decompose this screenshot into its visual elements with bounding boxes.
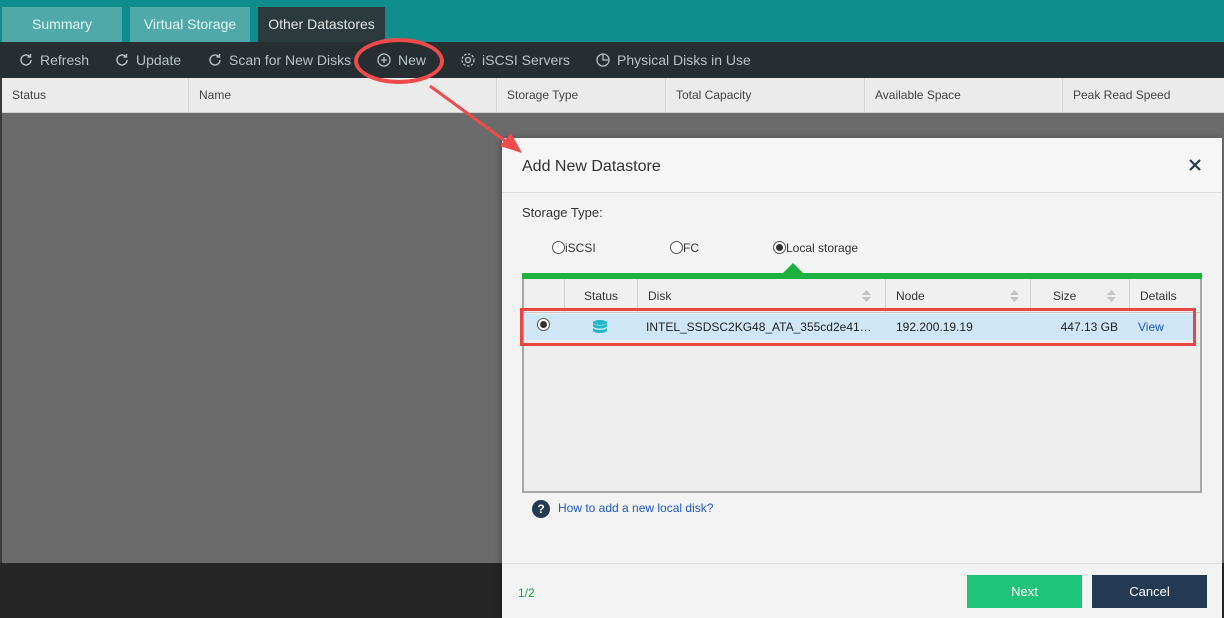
grid-header: Status Name Storage Type Total Capacity … [2,78,1224,113]
close-icon[interactable] [1186,156,1204,174]
sort-icon[interactable] [1107,290,1116,302]
add-datastore-dialog: Add New Datastore Storage Type: iSCSI FC… [502,138,1222,618]
sort-icon[interactable] [1010,290,1019,302]
radio-local-storage[interactable]: Local storage [773,241,858,255]
refresh-icon [20,53,32,66]
physical-disks-button[interactable]: Physical Disks in Use [595,42,751,78]
radio-fc-circle[interactable] [670,241,683,255]
column-peak-read-speed[interactable]: Peak Read Speed [1062,78,1224,113]
radio-fc[interactable]: FC [670,241,699,255]
help-link-text[interactable]: How to add a new local disk? [558,501,713,515]
radio-iscsi[interactable]: iSCSI [552,241,596,255]
cancel-button[interactable]: Cancel [1092,575,1207,608]
radio-iscsi-label: iSCSI [565,241,596,255]
dialog-title: Add New Datastore [522,158,661,175]
header-size-label: Size [1053,289,1077,303]
header-disk-label: Disk [648,289,672,303]
sort-icon[interactable] [862,290,871,302]
pie-chart-icon [596,53,610,67]
column-status[interactable]: Status [2,78,188,113]
annotation-row-highlight [520,308,1196,346]
storage-type-label: Storage Type: [522,205,603,220]
column-storage-type[interactable]: Storage Type [496,78,665,113]
update-label: Update [136,52,182,68]
scan-label: Scan for New Disks [229,52,352,68]
tab-summary[interactable]: Summary [2,7,122,42]
radio-local-storage-label: Local storage [786,241,859,255]
column-available-space[interactable]: Available Space [864,78,1062,113]
refresh-label: Refresh [40,52,90,68]
radio-fc-label: FC [683,241,699,255]
scan-icon [209,53,221,66]
radio-iscsi-circle[interactable] [552,241,565,255]
tab-other-datastores[interactable]: Other Datastores [258,7,385,42]
iscsi-servers-button[interactable]: iSCSI Servers [460,42,570,78]
refresh-button[interactable]: Refresh [18,42,89,78]
tab-virtual-storage[interactable]: Virtual Storage [130,7,250,42]
gear-icon [461,53,475,67]
help-link[interactable]: ? How to add a new local disk? [532,500,713,518]
dialog-footer: 1/2 Next Cancel [502,563,1222,618]
step-indicator: 1/2 [518,586,535,600]
question-icon: ? [532,500,550,518]
top-tab-bar: Summary Virtual Storage Other Datastores [0,0,1224,42]
column-name[interactable]: Name [188,78,496,113]
column-total-capacity[interactable]: Total Capacity [665,78,864,113]
annotation-circle [354,38,444,84]
scan-new-disks-button[interactable]: Scan for New Disks [207,42,351,78]
next-button[interactable]: Next [967,575,1082,608]
radio-local-storage-circle[interactable] [773,241,786,255]
header-node-label: Node [896,289,925,303]
toolbar: Refresh Update Scan for New Disks New iS… [0,42,1224,78]
dialog-header: Add New Datastore [502,138,1222,193]
physical-disks-label: Physical Disks in Use [617,52,751,68]
update-icon [116,53,128,66]
update-button[interactable]: Update [114,42,181,78]
iscsi-servers-label: iSCSI Servers [482,52,570,68]
